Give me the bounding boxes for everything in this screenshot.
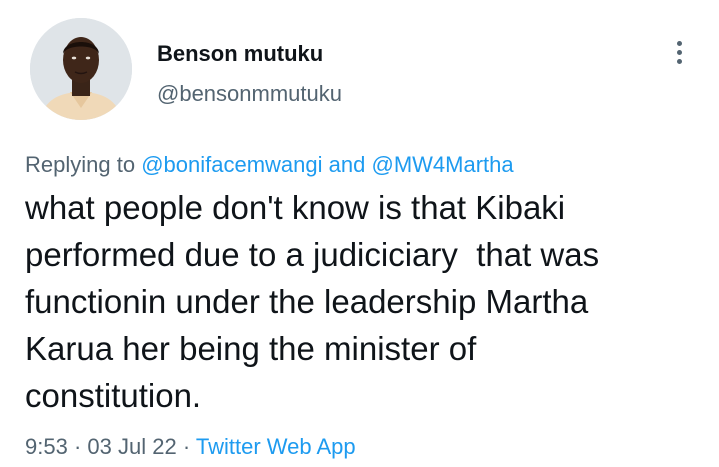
tweet-time[interactable]: 9:53 bbox=[25, 434, 68, 459]
replying-to-line: Replying to @bonifacemwangi and @MW4Mart… bbox=[25, 150, 514, 180]
more-options-button[interactable] bbox=[666, 36, 692, 68]
reply-conjunction: and bbox=[328, 152, 366, 177]
avatar[interactable] bbox=[30, 18, 132, 120]
tweet-text: what people don't know is that Kibaki pe… bbox=[25, 184, 700, 419]
more-vertical-icon bbox=[677, 59, 682, 64]
replying-to-label: Replying to bbox=[25, 152, 136, 177]
tweet-text-line: performed due to a judiciciary that was bbox=[25, 236, 600, 273]
tweet-date[interactable]: 03 Jul 22 bbox=[87, 434, 176, 459]
meta-separator: · bbox=[73, 434, 82, 459]
tweet-text-line: functionin under the leadership Martha bbox=[25, 283, 589, 320]
author-handle[interactable]: @bensonmmutuku bbox=[157, 80, 342, 108]
tweet-meta: 9:53 · 03 Jul 22 · Twitter Web App bbox=[25, 432, 356, 462]
tweet-text-line: constitution. bbox=[25, 377, 202, 414]
author-display-name[interactable]: Benson mutuku bbox=[157, 40, 323, 68]
more-vertical-icon bbox=[677, 50, 682, 55]
tweet-text-line: Karua her being the minister of bbox=[25, 330, 477, 367]
meta-separator: · bbox=[182, 434, 191, 459]
mention-link-mw4martha[interactable]: @MW4Martha bbox=[372, 152, 514, 177]
profile-photo-icon bbox=[30, 18, 132, 120]
mention-link-bonifacemwangi[interactable]: @bonifacemwangi bbox=[141, 152, 322, 177]
tweet-text-line: what people don't know is that Kibaki bbox=[25, 189, 566, 226]
tweet-source-link[interactable]: Twitter Web App bbox=[196, 434, 356, 459]
more-vertical-icon bbox=[677, 41, 682, 46]
